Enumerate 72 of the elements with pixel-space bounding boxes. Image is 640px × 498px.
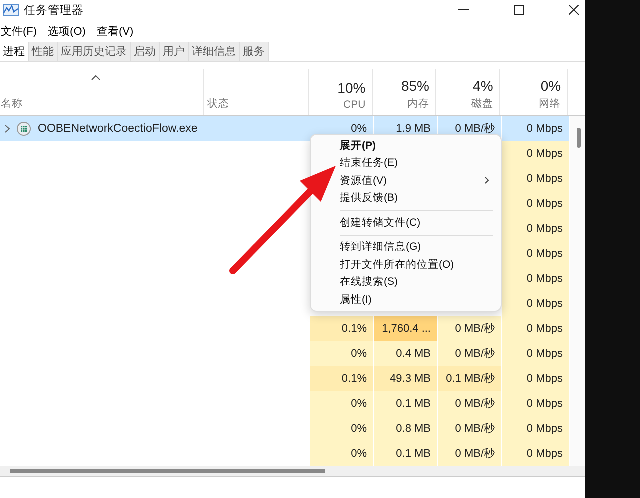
chart-icon bbox=[3, 4, 19, 16]
menu-item[interactable]: 文件(F) bbox=[1, 24, 38, 38]
column-header[interactable]: 内存 bbox=[406, 97, 430, 111]
maximize-icon[interactable] bbox=[514, 5, 524, 15]
process-name-cell[interactable]: OOBENetworkCoectioFlow.exe bbox=[0, 116, 205, 141]
table-cell: 0% bbox=[310, 391, 374, 416]
context-menu-item[interactable]: 创建转储文件(C) bbox=[340, 214, 501, 232]
table-cell: 1,760.4 ... bbox=[374, 316, 438, 341]
usage-percent: 0% bbox=[540, 78, 562, 94]
table-cell: 0% bbox=[310, 416, 374, 441]
table-cell: 0% bbox=[310, 441, 374, 466]
table-cell: 0% bbox=[310, 341, 374, 366]
context-menu-item[interactable]: 转到详细信息(G) bbox=[340, 238, 501, 256]
usage-percent: 10% bbox=[338, 80, 366, 96]
process-name: OOBENetworkCoectioFlow.exe bbox=[38, 122, 198, 134]
column-header[interactable]: 网络 bbox=[538, 97, 562, 111]
table-cell: 0 Mbps bbox=[502, 416, 570, 441]
horizontal-scrollbar[interactable] bbox=[0, 466, 585, 477]
context-menu-item[interactable]: 打开文件所在的位置(O) bbox=[340, 256, 501, 274]
table-cell: 49.3 MB bbox=[374, 366, 438, 391]
usage-percent: 85% bbox=[401, 78, 430, 94]
table-cell: 0 Mbps bbox=[502, 441, 570, 466]
tab[interactable]: 进程 bbox=[0, 42, 29, 61]
table-cell: 0.1 MB/秒 bbox=[438, 366, 502, 391]
column-header[interactable]: CPU bbox=[342, 99, 366, 111]
usage-percent: 4% bbox=[473, 78, 494, 94]
sort-caret-icon[interactable] bbox=[91, 75, 101, 81]
expand-chevron-icon[interactable] bbox=[5, 124, 10, 132]
table-cell: 0 Mbps bbox=[502, 266, 570, 291]
table-cell: 0.1 MB bbox=[374, 441, 438, 466]
tab[interactable]: 启动 bbox=[131, 42, 160, 61]
menu-item[interactable]: 选项(O) bbox=[48, 24, 86, 38]
menu-item[interactable]: 查看(V) bbox=[96, 24, 134, 38]
table-cell: 0 Mbps bbox=[502, 241, 570, 266]
tab[interactable]: 性能 bbox=[29, 42, 58, 61]
table-cell: 0 Mbps bbox=[502, 341, 570, 366]
table-cell: 0 MB/秒 bbox=[438, 416, 502, 441]
context-menu-item[interactable]: 在线搜索(S) bbox=[340, 274, 501, 291]
table-cell: 0 Mbps bbox=[502, 216, 570, 241]
table-cell: 0 Mbps bbox=[502, 166, 570, 191]
column-header[interactable]: 状态 bbox=[204, 97, 308, 111]
table-cell: 0 Mbps bbox=[502, 291, 570, 316]
table-cell: 0 Mbps bbox=[502, 141, 570, 166]
table-cell: 0 Mbps bbox=[502, 366, 570, 391]
tab[interactable]: 应用历史记录 bbox=[58, 42, 131, 61]
table-cell: 0 MB/秒 bbox=[438, 441, 502, 466]
vertical-scrollbar[interactable] bbox=[570, 116, 585, 466]
tab[interactable]: 服务 bbox=[240, 42, 269, 61]
close-icon[interactable] bbox=[569, 5, 579, 15]
table-cell: 0.1% bbox=[310, 316, 374, 341]
minimize-icon[interactable] bbox=[458, 9, 469, 11]
column-header[interactable]: 名称 bbox=[0, 97, 204, 111]
tab[interactable]: 详细信息 bbox=[189, 42, 240, 61]
context-menu-item[interactable]: 属性(I) bbox=[340, 291, 501, 308]
context-menu-item[interactable]: 资源值(V) bbox=[340, 172, 501, 190]
table-cell: 0.1 MB bbox=[374, 391, 438, 416]
table-cell: 0.4 MB bbox=[374, 341, 438, 366]
context-menu-item[interactable]: 提供反馈(B) bbox=[340, 190, 501, 207]
table-cell: 0 MB/秒 bbox=[438, 391, 502, 416]
table-cell: 0 Mbps bbox=[502, 191, 570, 216]
window-title: 任务管理器 bbox=[24, 4, 84, 18]
column-header[interactable]: 磁盘 bbox=[470, 97, 494, 111]
table-cell: 0.8 MB bbox=[374, 416, 438, 441]
table-cell: 0 Mbps bbox=[502, 316, 570, 341]
table-cell: 0 MB/秒 bbox=[438, 316, 502, 341]
tab[interactable]: 用户 bbox=[160, 42, 189, 61]
table-cell: 0.1% bbox=[310, 366, 374, 391]
table-cell: 0 Mbps bbox=[502, 391, 570, 416]
app-grid-icon bbox=[17, 122, 31, 136]
submenu-chevron-icon bbox=[485, 177, 489, 184]
table-cell: 0 MB/秒 bbox=[438, 341, 502, 366]
context-menu-item[interactable]: 结束任务(E) bbox=[340, 154, 501, 172]
